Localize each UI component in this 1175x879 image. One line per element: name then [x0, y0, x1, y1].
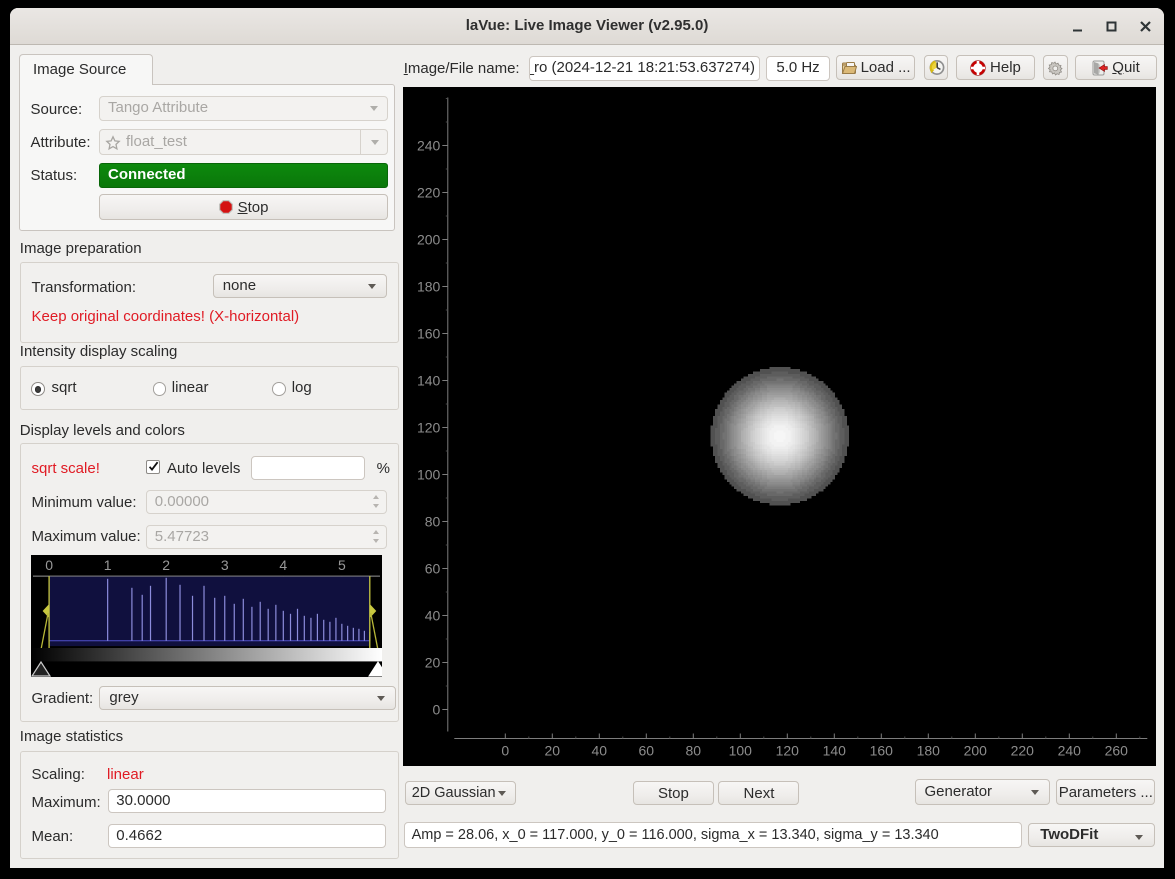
svg-text:200: 200 [963, 742, 987, 758]
svg-text:240: 240 [417, 137, 441, 153]
svg-text:120: 120 [775, 742, 799, 758]
svg-text:40: 40 [424, 607, 440, 623]
svg-text:180: 180 [916, 742, 940, 758]
svg-text:0: 0 [501, 742, 509, 758]
svg-text:120: 120 [417, 419, 441, 435]
svg-text:60: 60 [424, 560, 440, 576]
svg-text:0: 0 [45, 557, 53, 573]
svg-text:160: 160 [417, 325, 441, 341]
svg-text:240: 240 [1057, 742, 1081, 758]
svg-text:80: 80 [424, 513, 440, 529]
svg-text:220: 220 [1010, 742, 1034, 758]
svg-text:200: 200 [417, 231, 441, 247]
svg-text:4: 4 [279, 557, 287, 573]
svg-text:20: 20 [544, 742, 560, 758]
svg-text:100: 100 [728, 742, 752, 758]
svg-text:180: 180 [417, 278, 441, 294]
svg-text:3: 3 [221, 557, 229, 573]
svg-text:140: 140 [417, 372, 441, 388]
svg-text:140: 140 [822, 742, 846, 758]
svg-text:100: 100 [417, 466, 441, 482]
svg-text:40: 40 [591, 742, 607, 758]
svg-text:260: 260 [1104, 742, 1128, 758]
svg-text:2: 2 [162, 557, 170, 573]
svg-text:0: 0 [432, 701, 440, 717]
svg-text:1: 1 [103, 557, 111, 573]
svg-text:5: 5 [338, 557, 346, 573]
svg-text:60: 60 [638, 742, 654, 758]
svg-text:80: 80 [685, 742, 701, 758]
svg-text:20: 20 [424, 654, 440, 670]
svg-text:160: 160 [869, 742, 893, 758]
svg-text:220: 220 [417, 184, 441, 200]
